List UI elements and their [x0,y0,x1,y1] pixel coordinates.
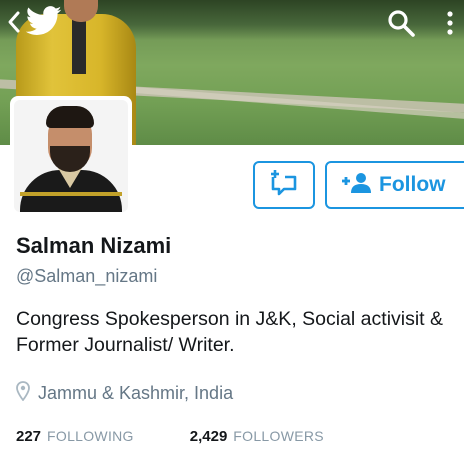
search-icon[interactable] [386,8,416,38]
back-chevron-icon[interactable] [6,10,22,34]
avatar[interactable] [14,100,128,212]
avatar-beard [50,146,90,172]
follow-button-label: Follow [379,173,446,196]
profile-name: Salman Nizami [16,233,172,258]
location-pin-icon [16,381,30,406]
followers-label: FOLLOWERS [233,428,324,444]
profile-bio: Congress Spokesperson in J&K, Social act… [16,308,444,356]
follow-button[interactable]: Follow [325,161,464,209]
following-count: 227 [16,428,42,445]
direct-message-icon [267,169,301,202]
following-label: FOLLOWING [47,428,134,444]
location-text: Jammu & Kashmir, India [38,383,234,403]
followers-count: 2,429 [189,428,228,445]
avatar-hair [46,106,94,128]
twitter-bird-icon[interactable] [25,6,62,36]
direct-message-button[interactable] [253,161,315,209]
profile-handle: @Salman_nizami [16,266,158,286]
profile-location: Jammu & Kashmir, India [16,381,233,406]
add-user-icon [341,172,373,199]
following-stat[interactable]: 227 FOLLOWING [16,428,134,445]
profile-stats: 227 FOLLOWING 2,429 FOLLOWERS [16,428,324,445]
avatar-trim [20,192,122,196]
more-vertical-icon[interactable] [440,10,460,36]
banner-shirt [72,14,86,74]
profile-avatar-frame [10,96,132,216]
followers-stat[interactable]: 2,429 FOLLOWERS [190,428,324,445]
